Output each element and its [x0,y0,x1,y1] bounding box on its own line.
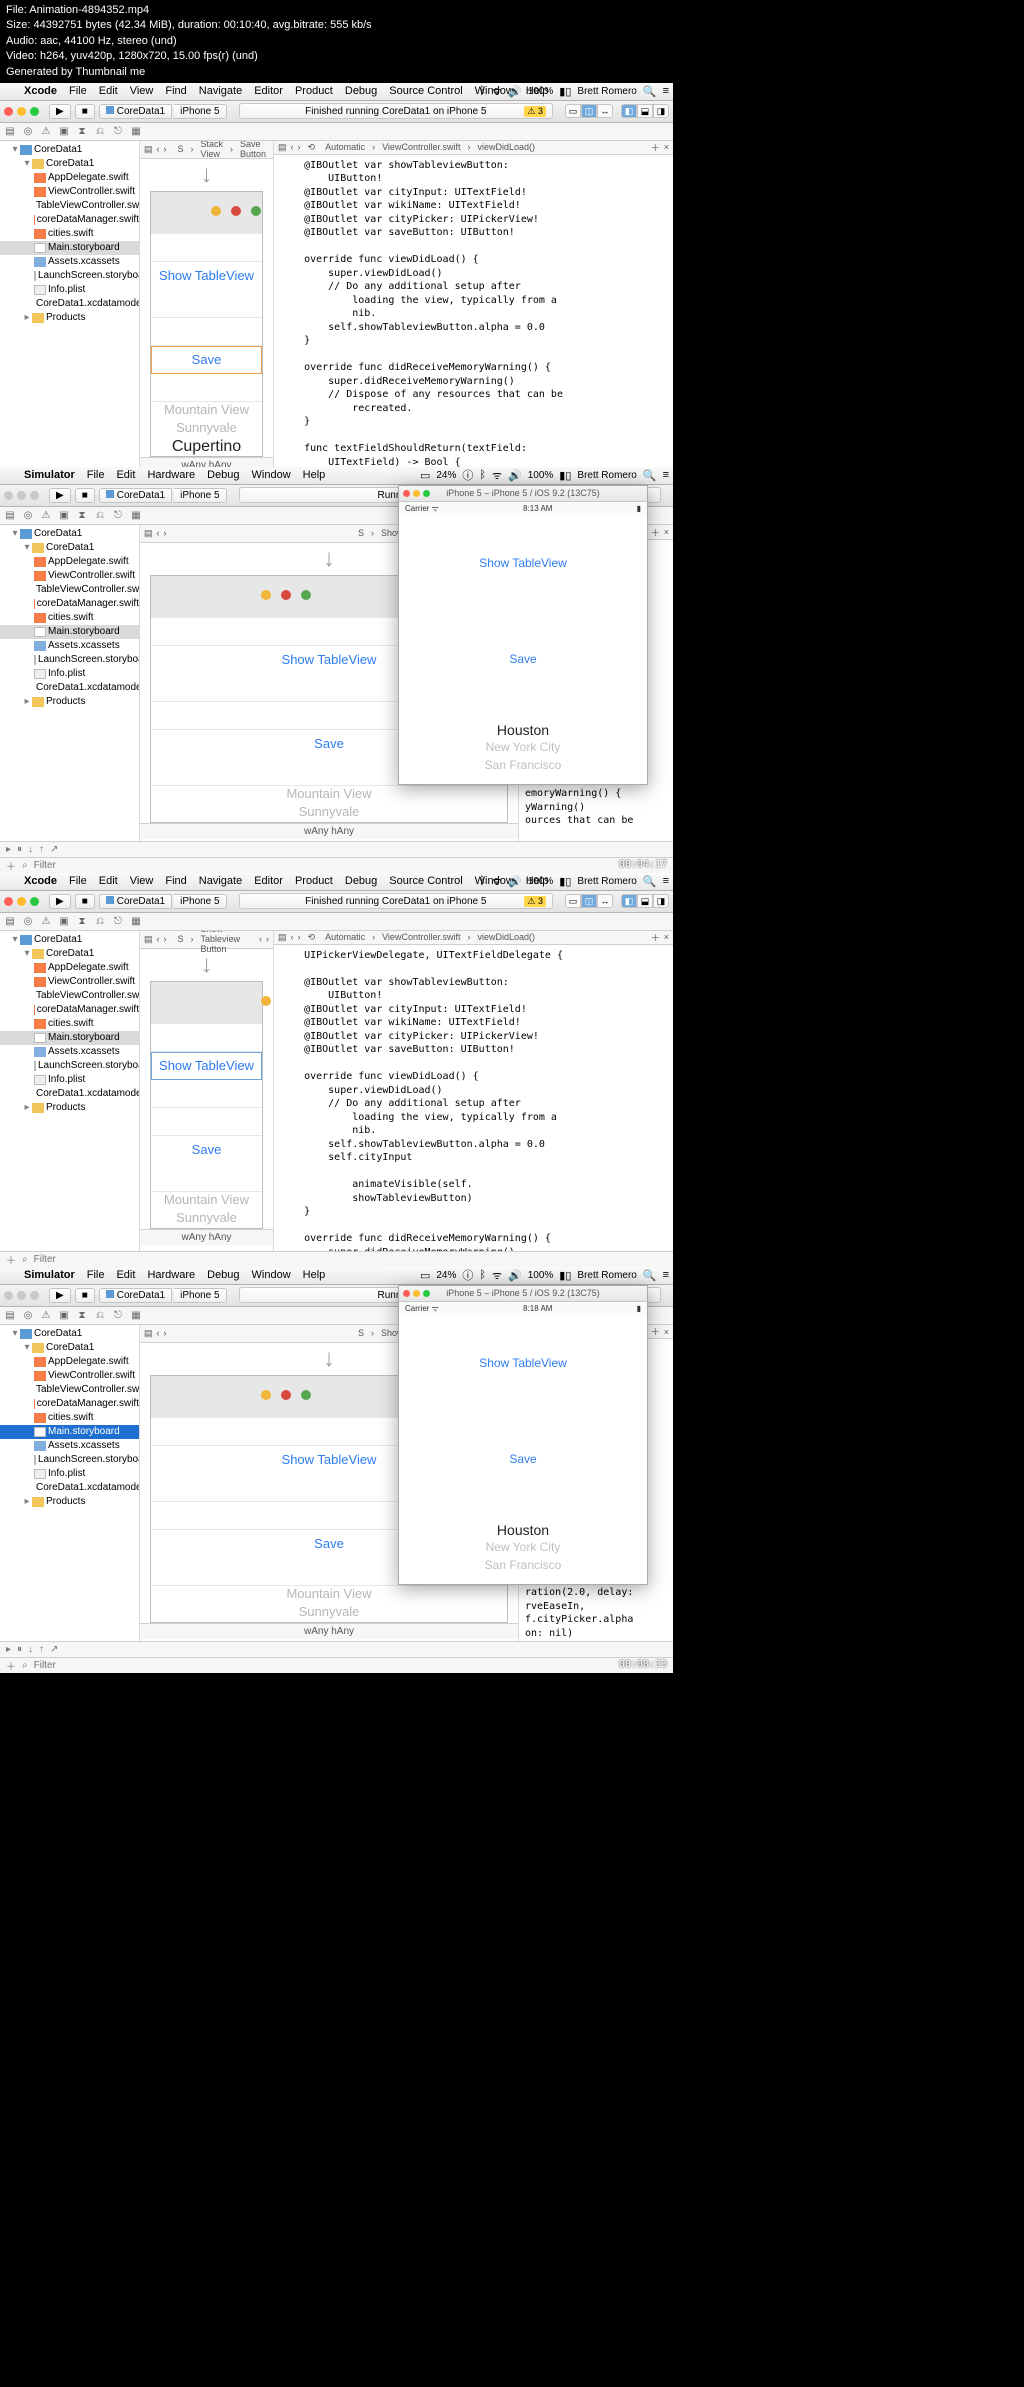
timestamp: 00:08:33 [619,1659,667,1670]
menu-file[interactable]: File [81,469,111,481]
app-name[interactable]: Simulator [18,469,81,481]
sim-save[interactable]: Save [399,1446,647,1472]
scheme-selector[interactable]: CoreData1 iPhone 5 [99,104,227,119]
volume-icon[interactable]: 🔊 [508,85,522,98]
nav-file[interactable]: Info.plist [0,283,139,297]
menu-debug[interactable]: Debug [201,469,245,481]
panel-3-xcode: Xcode FileEditViewFindNavigateEditorProd… [0,873,673,1267]
xcode-toolbar: ▶ ■ CoreData1 iPhone 5 Finished running … [0,101,673,123]
picker-row-selected[interactable]: Cupertino [151,438,262,456]
menu-icon[interactable]: ≡ [663,85,669,97]
segue-arrow-icon: ↓ [150,161,263,189]
menu-find[interactable]: Find [159,85,192,97]
nav-root[interactable]: ▾CoreData1 [0,143,139,157]
menu-edit[interactable]: Edit [110,469,141,481]
filter-bar[interactable]: ＋⌕ [0,857,673,873]
debug-bar[interactable]: ▸⏸↓↑↗ [0,841,673,857]
sim-show-tableview[interactable]: Show TableView [399,550,647,576]
nav-products[interactable]: ▸Products [0,311,139,325]
menubar-right: ᛒ ᯤ 🔊 100% ▮▯ Brett Romero 🔍 ≡ [479,84,669,99]
workspace: ▾CoreData1 ▾CoreData1 AppDelegate.swift … [0,141,673,467]
simulator-window[interactable]: iPhone 5 – iPhone 5 / iOS 9.2 (13C75) Ca… [398,1285,648,1585]
code-editor[interactable]: @IBOutlet var showTableviewButton: UIBut… [274,155,673,467]
jump-bar-right[interactable]: ▤‹› ⟲Automatic› ViewController.swift› vi… [274,141,673,155]
show-tableview-button[interactable]: Show TableView [151,262,262,290]
run-button[interactable]: ▶ [49,488,71,503]
menubar[interactable]: Simulator File Edit Hardware Debug Windo… [0,467,673,485]
nav-file[interactable]: Assets.xcassets [0,255,139,269]
menu-file[interactable]: File [63,85,93,97]
menu-product[interactable]: Product [289,85,339,97]
save-button[interactable]: Save [151,1136,262,1164]
picker-row[interactable]: New York City [399,740,647,758]
timestamp: 00:04:17 [619,859,667,870]
nav-file[interactable]: AppDelegate.swift [0,171,139,185]
nav-file[interactable]: ViewController.swift [0,185,139,199]
picker-row[interactable]: Sunnyvale [151,420,262,438]
sim-save[interactable]: Save [399,646,647,672]
save-button[interactable]: Save [151,346,262,374]
sim-show-tableview[interactable]: Show TableView [399,1350,647,1376]
menu-view[interactable]: View [124,85,160,97]
nav-file-active[interactable]: Main.storyboard [0,1425,139,1439]
project-nav-icon[interactable]: ▤ [4,126,16,137]
window-controls[interactable] [4,107,39,116]
app-name[interactable]: Xcode [18,85,63,97]
stop-button[interactable]: ■ [75,488,95,503]
panel-1-xcode: Xcode File Edit View Find Navigate Edito… [0,83,673,467]
battery-icon: ▮▯ [559,85,571,98]
code-editor[interactable]: UIPickerViewDelegate, UITextFieldDelegat… [274,945,673,1251]
project-navigator[interactable]: ▾CoreData1 ▾CoreData1 AppDelegate.swift … [0,141,140,467]
simulator-window[interactable]: iPhone 5 – iPhone 5 / iOS 9.2 (13C75) Ca… [398,485,648,785]
navigator-selector[interactable]: ▤ ◎⚠▣⧗⎌⎋▦ [0,123,673,141]
spotlight-icon[interactable]: 🔍 [643,85,657,98]
menu-editor[interactable]: Editor [248,85,289,97]
filter-input[interactable] [34,860,667,871]
wifi-icon[interactable]: ᯤ [492,84,502,99]
jump-bar-left[interactable]: ▤‹› S› Stack View› Save Button ‹› [140,141,273,159]
stop-button[interactable]: ■ [75,104,95,119]
battery-icon: ▮ [637,504,641,513]
activity-status: Finished running CoreData1 on iPhone 5 ⚠… [239,103,553,119]
menu-edit[interactable]: Edit [93,85,124,97]
menu-help[interactable]: Help [297,469,332,481]
menu-debug[interactable]: Debug [339,85,383,97]
bluetooth-icon[interactable]: ᛒ [479,85,486,97]
picker-selected[interactable]: Houston [399,722,647,740]
size-class-bar[interactable]: wAny hAny [140,457,273,467]
project-navigator[interactable]: ▾CoreData1 ▾CoreData1 AppDelegate.swift … [0,525,140,841]
pane-toggles[interactable]: ◧⬓◨ [621,104,669,118]
menu-window[interactable]: Window [246,469,297,481]
nav-file[interactable]: coreDataManager.swift [0,213,139,227]
file-info: File: Animation-4894352.mp4 Size: 443927… [0,0,1024,83]
storyboard-canvas[interactable]: ▤‹› S› Stack View› Save Button ‹› ↓ Show… [140,141,273,467]
scene-view[interactable]: Show TableView Save Mountain View Sunnyv… [150,191,263,457]
zoom-pct: 24% [436,470,456,481]
nav-file[interactable]: LaunchScreen.storyboard [0,269,139,283]
menu-navigate[interactable]: Navigate [193,85,248,97]
editor-mode[interactable]: ▭◫↔ [565,104,613,118]
picker-row[interactable]: Mountain View [151,402,262,420]
panel-2-simulator: Simulator File Edit Hardware Debug Windo… [0,467,673,873]
menu-source-control[interactable]: Source Control [383,85,468,97]
menu-hardware[interactable]: Hardware [141,469,201,481]
panel-4-simulator: Simulator FileEditHardwareDebugWindowHel… [0,1267,673,1673]
nav-file[interactable]: cities.swift [0,227,139,241]
nav-file-selected[interactable]: Main.storyboard [0,241,139,255]
user-name[interactable]: Brett Romero [577,86,636,97]
warning-badge[interactable]: ⚠ 3 [524,106,546,117]
display-icon[interactable]: ▭ [420,469,430,482]
assistant-editor: ▤‹› ⟲Automatic› ViewController.swift› vi… [273,141,673,467]
nav-file[interactable]: TableViewController.swift [0,199,139,213]
battery-pct: 100% [528,86,554,97]
picker-row[interactable]: San Francisco [399,758,647,776]
show-tableview-button[interactable]: Show TableView [151,1052,262,1080]
nav-file[interactable]: CoreData1.xcdatamodeld [0,297,139,311]
run-button[interactable]: ▶ [49,104,71,119]
nav-group[interactable]: ▾CoreData1 [0,157,139,171]
menubar[interactable]: Xcode File Edit View Find Navigate Edito… [0,83,673,101]
